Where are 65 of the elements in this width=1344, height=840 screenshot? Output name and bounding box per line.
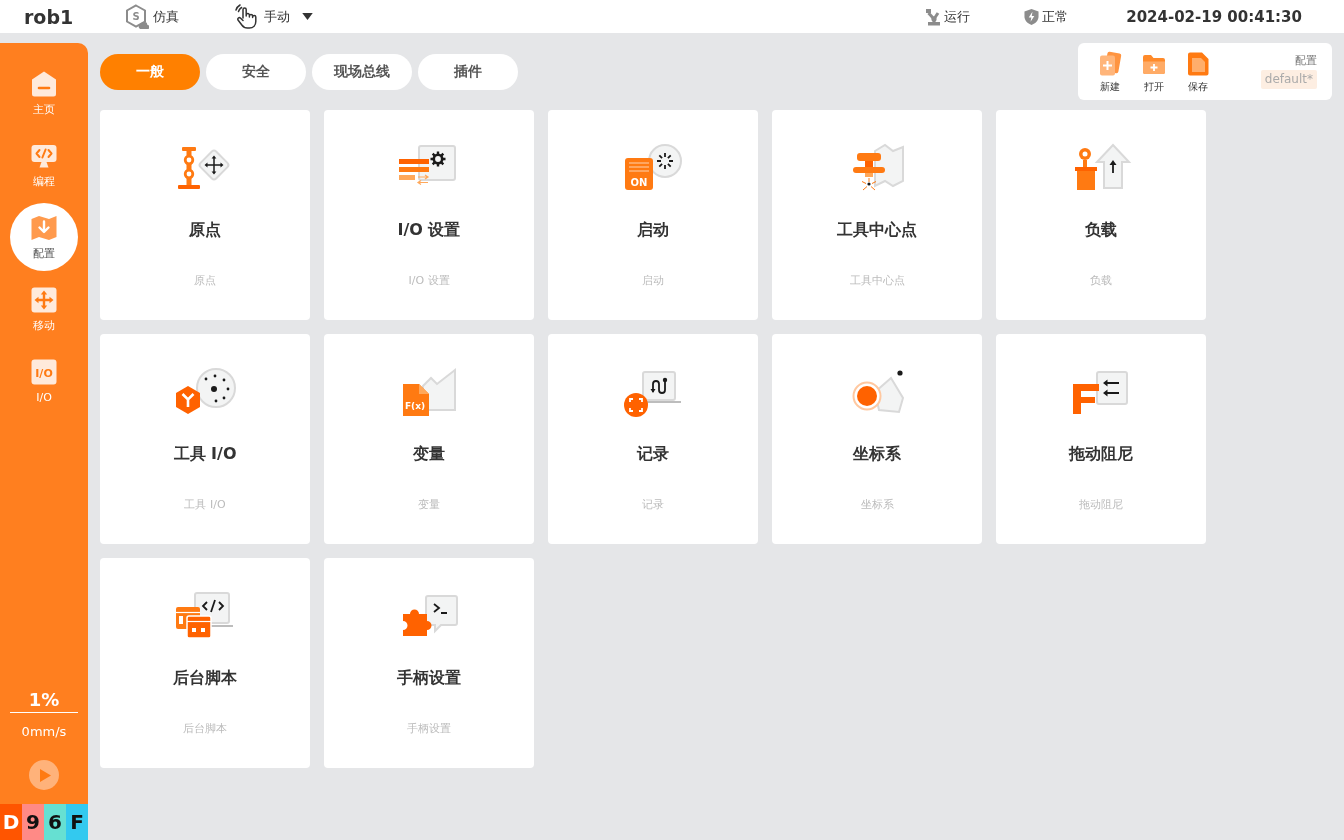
date-time: 2024-02-19 00:41:30	[1126, 7, 1302, 26]
speed-percent: 1%	[28, 689, 60, 711]
toolbar-button[interactable]: 新建	[1090, 50, 1130, 93]
card-title: 记录	[637, 444, 669, 464]
card-title: 手柄设置	[397, 668, 461, 688]
card-title: 工具 I/O	[173, 444, 237, 464]
settings-card[interactable]: 记录 记录	[548, 334, 758, 544]
card-title: 工具中心点	[837, 220, 917, 240]
nav-item[interactable]: 配置	[10, 203, 78, 271]
robot-name: rob1	[24, 5, 74, 28]
settings-card[interactable]: F(x) 变量 变量	[324, 334, 534, 544]
speed-value: 0mm/s	[21, 724, 67, 740]
robot-arm-icon	[925, 7, 942, 26]
settings-card[interactable]: 原点 原点	[100, 110, 310, 320]
card-subtitle: 拖动阻尼	[1079, 498, 1123, 512]
shield-icon	[1024, 7, 1040, 26]
toolbar-button[interactable]: 打开	[1134, 50, 1174, 93]
card-subtitle: 变量	[418, 498, 440, 512]
hexagon-cloud-icon: S	[125, 3, 150, 30]
card-subtitle: 手柄设置	[407, 722, 451, 736]
settings-card[interactable]: 负载 负载	[996, 110, 1206, 320]
card-subtitle: 坐标系	[860, 498, 894, 512]
home-icon	[30, 69, 58, 98]
settings-card[interactable]: 坐标系 坐标系	[772, 334, 982, 544]
card-title: 变量	[413, 444, 445, 464]
move-icon	[30, 285, 58, 314]
map-download-icon	[30, 213, 58, 242]
card-title: 坐标系	[853, 444, 901, 464]
card-subtitle: 原点	[194, 274, 216, 288]
card-subtitle: 记录	[642, 498, 664, 512]
card-subtitle: 负载	[1090, 274, 1112, 288]
tab[interactable]: 现场总线	[312, 53, 412, 90]
simulation-mode-button[interactable]: S 仿真	[125, 3, 180, 30]
settings-card[interactable]: 手柄设置 手柄设置	[324, 558, 534, 768]
status-code: 9	[22, 804, 44, 840]
new-file-icon	[1097, 50, 1123, 77]
settings-card[interactable]: 后台脚本 后台脚本	[100, 558, 310, 768]
card-title: 原点	[189, 220, 221, 240]
settings-card[interactable]: I/O 设置 I/O 设置	[324, 110, 534, 320]
tab[interactable]: 安全	[206, 53, 306, 90]
card-subtitle: 启动	[642, 274, 664, 288]
card-subtitle: I/O 设置	[408, 274, 450, 288]
io-icon: I/O	[30, 357, 58, 386]
play-button[interactable]	[29, 760, 59, 790]
document-icon	[1185, 50, 1211, 77]
config-label: 配置	[1295, 54, 1317, 68]
control-mode-dropdown[interactable]: 手动	[234, 3, 314, 30]
settings-card[interactable]: ON 启动 启动	[548, 110, 758, 320]
status-code: F	[66, 804, 88, 840]
run-state-label: 运行	[944, 7, 971, 26]
tab[interactable]: 插件	[418, 53, 518, 90]
config-name-field: default*	[1260, 70, 1317, 89]
card-title: 后台脚本	[173, 668, 237, 688]
status-code: 6	[44, 804, 66, 840]
play-icon	[40, 768, 51, 782]
toolbar-button[interactable]: 保存	[1178, 50, 1218, 93]
card-title: 负载	[1085, 220, 1117, 240]
card-title: 拖动阻尼	[1069, 444, 1133, 464]
caret-down-icon	[302, 13, 314, 20]
status-code: D	[0, 804, 22, 840]
card-subtitle: 后台脚本	[183, 722, 227, 736]
safety-state-label: 正常	[1042, 7, 1069, 26]
card-title: 启动	[637, 220, 669, 240]
settings-card[interactable]: 拖动阻尼 拖动阻尼	[996, 334, 1206, 544]
card-title: I/O 设置	[397, 220, 461, 240]
